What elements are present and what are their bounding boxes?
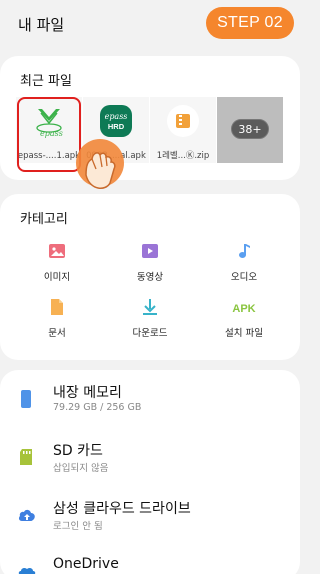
more-count-badge: 38+ <box>231 119 269 139</box>
storage-title: OneDrive <box>53 556 119 572</box>
step-badge: STEP 02 <box>206 7 294 39</box>
category-document[interactable]: 문서 <box>17 298 97 339</box>
svg-text:HRD: HRD <box>108 122 125 131</box>
storage-subtitle: 로그인 안 됨 <box>53 521 103 532</box>
recent-file-name: 1레벨...Ⓚ.zip <box>156 151 210 161</box>
category-label: 동영상 <box>136 272 164 283</box>
document-icon <box>51 299 63 315</box>
epass-hrd-app-icon: epass HRD <box>100 105 132 137</box>
apk-icon: APK <box>232 303 255 315</box>
storage-title: SD 카드 <box>53 443 103 459</box>
sd-card-icon <box>20 449 32 465</box>
category-video[interactable]: 동영상 <box>110 242 190 283</box>
category-label: 설치 파일 <box>225 328 263 339</box>
video-icon <box>142 244 158 258</box>
category-label: 다운로드 <box>132 328 168 339</box>
download-icon <box>143 299 157 315</box>
category-card: 카테고리 이미지 동영상 오디오 문서 다운로드 APK 설치 파일 <box>0 194 300 360</box>
category-image[interactable]: 이미지 <box>17 242 97 283</box>
header: 내 파일 STEP 02 <box>0 0 300 52</box>
tap-hand-icon <box>76 139 124 189</box>
storage-title: 삼성 클라우드 드라이브 <box>53 501 191 517</box>
page-title: 내 파일 <box>18 16 65 34</box>
storage-card: 내장 메모리 79.29 GB / 256 GB SD 카드 삽입되지 않음 삼… <box>0 370 300 574</box>
category-label: 오디오 <box>230 272 258 283</box>
svg-text:epass: epass <box>105 112 128 121</box>
category-title: 카테고리 <box>20 212 68 227</box>
storage-internal[interactable]: 내장 메모리 79.29 GB / 256 GB <box>0 378 300 428</box>
storage-samsung-cloud[interactable]: 삼성 클라우드 드라이브 로그인 안 됨 <box>0 494 300 544</box>
recent-files-more[interactable]: 38+ <box>217 97 283 163</box>
category-apk[interactable]: APK 설치 파일 <box>204 298 284 339</box>
onedrive-icon <box>18 567 36 574</box>
image-icon <box>49 244 65 258</box>
recent-files-title: 최근 파일 <box>20 74 72 89</box>
zip-file-icon <box>167 105 199 137</box>
category-audio[interactable]: 오디오 <box>204 242 284 283</box>
storage-subtitle: 79.29 GB / 256 GB <box>53 402 142 413</box>
cloud-upload-icon <box>18 509 35 521</box>
apk-icon-text: APK <box>232 303 255 315</box>
category-label: 이미지 <box>43 272 71 283</box>
storage-subtitle: 삽입되지 않음 <box>53 463 109 474</box>
phone-icon <box>21 390 31 408</box>
storage-sd-card[interactable]: SD 카드 삽입되지 않음 <box>0 436 300 486</box>
storage-onedrive[interactable]: OneDrive <box>0 552 300 574</box>
audio-icon <box>239 244 250 258</box>
storage-title: 내장 메모리 <box>53 385 122 401</box>
category-label: 문서 <box>48 328 66 339</box>
recent-file-3[interactable]: 1레벨...Ⓚ.zip <box>150 97 216 163</box>
category-download[interactable]: 다운로드 <box>110 298 190 339</box>
